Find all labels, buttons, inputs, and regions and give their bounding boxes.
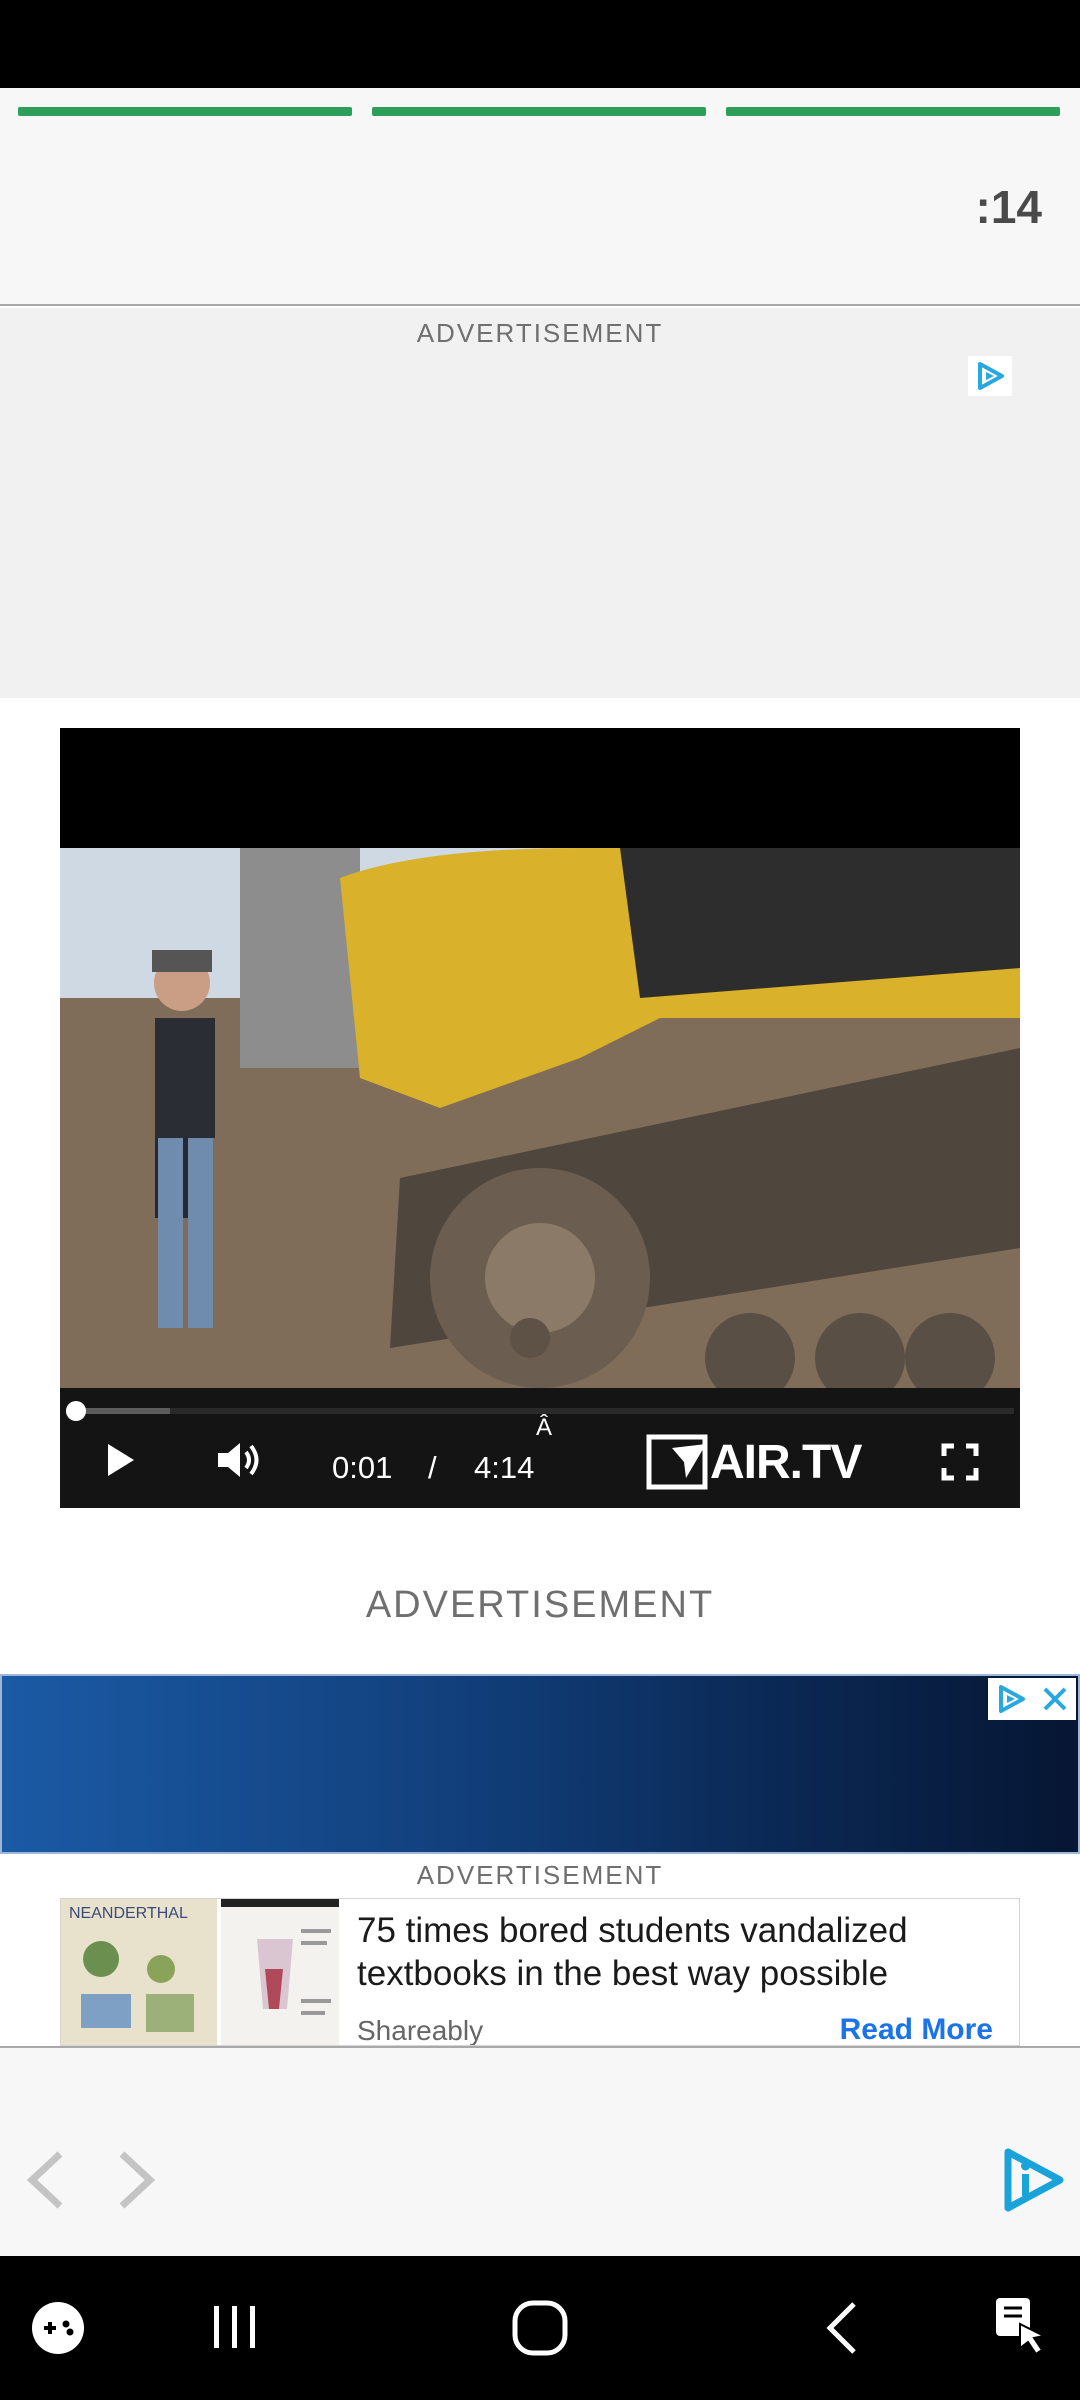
story-progress-segment-3	[726, 107, 1060, 116]
story-header	[0, 88, 1080, 306]
read-more-link[interactable]: Read More	[840, 2013, 993, 2045]
home-icon[interactable]	[510, 2298, 570, 2363]
video-player[interactable]: 0:01 / 4:14 Â AIR.TV	[60, 728, 1020, 1508]
airtv-brand: AIR.TV	[710, 1435, 862, 1489]
native-ad-thumb-1: NEANDERTHAL	[61, 1899, 217, 2045]
story-bottom-bar	[0, 2046, 1080, 2256]
adchoices-icon[interactable]	[968, 356, 1012, 396]
native-ad-label: ADVERTISEMENT	[416, 1860, 664, 1890]
native-ad-source: Shareably	[357, 2015, 484, 2046]
back-icon[interactable]	[822, 2298, 862, 2363]
chevron-left-icon[interactable]	[24, 2150, 68, 2215]
volume-icon[interactable]	[216, 1440, 262, 1485]
mid-ad-label: ADVERTISEMENT	[365, 1584, 715, 1626]
banner-ad-controls	[988, 1678, 1076, 1720]
banner-ad[interactable]	[0, 1674, 1080, 1854]
adchoices-icon[interactable]	[995, 1683, 1027, 1715]
airtv-logo[interactable]: AIR.TV	[646, 1434, 862, 1490]
story-progress-segment-2	[372, 107, 706, 116]
chevron-right-icon[interactable]	[114, 2150, 158, 2215]
story-timer: :14	[975, 181, 1042, 233]
play-icon[interactable]	[102, 1440, 138, 1485]
gamepad-icon[interactable]	[30, 2300, 86, 2361]
stray-glyph: Â	[536, 1414, 553, 1441]
video-duration: 4:14	[474, 1450, 535, 1485]
video-time-separator: /	[428, 1450, 437, 1485]
video-scrubber-handle[interactable]	[66, 1401, 86, 1421]
airtv-logo-icon	[646, 1434, 708, 1490]
status-bar	[0, 0, 1080, 88]
native-ad-thumb-2	[221, 1899, 339, 2045]
video-current-time: 0:01	[332, 1450, 393, 1485]
recent-apps-icon[interactable]	[210, 2302, 260, 2357]
arrow-i-logo-icon[interactable]	[998, 2146, 1066, 2219]
native-ad-headline[interactable]: 75 times bored students vandalized textb…	[357, 1909, 997, 1995]
native-ad[interactable]: NEANDERTHAL 75 times bored students vand…	[60, 1898, 1020, 2046]
video-frame[interactable]	[60, 848, 1020, 1388]
close-icon[interactable]	[1040, 1684, 1070, 1714]
top-ad-label: ADVERTISEMENT	[416, 318, 664, 348]
story-progress-segment-1	[18, 107, 352, 116]
accessibility-touch-icon[interactable]	[990, 2294, 1054, 2363]
top-ad-slot[interactable]	[0, 308, 1080, 698]
video-controls	[60, 1388, 1020, 1508]
fullscreen-icon[interactable]	[940, 1442, 980, 1487]
